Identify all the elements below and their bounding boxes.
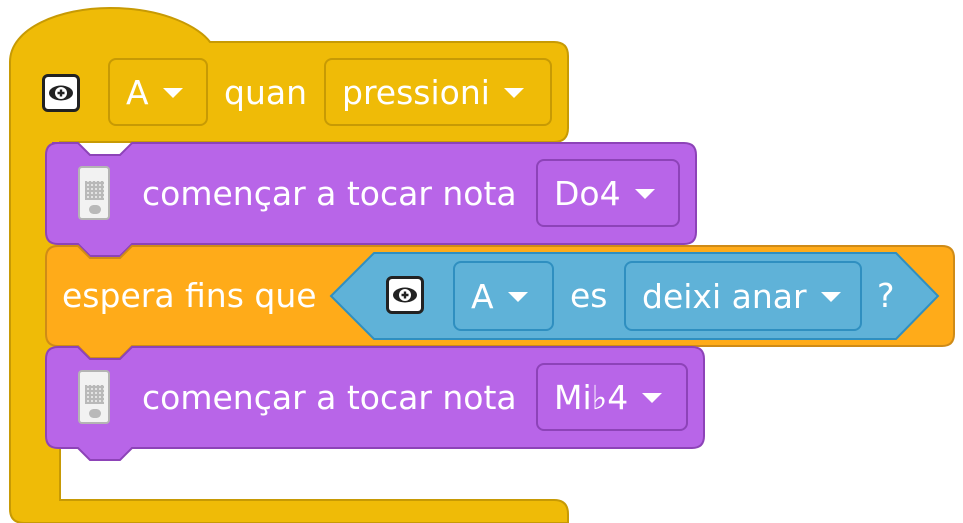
play-note-label: començar a tocar nota bbox=[142, 378, 517, 417]
button-select-dropdown[interactable]: A bbox=[108, 58, 208, 126]
button-select-value: A bbox=[126, 72, 149, 112]
note-select-value: Mi♭4 bbox=[554, 377, 629, 417]
chevron-down-icon bbox=[634, 189, 655, 199]
play-note-label: començar a tocar nota bbox=[142, 174, 517, 213]
wait-until-label: espera fins que bbox=[62, 276, 317, 315]
event-select-value: pressioni bbox=[342, 72, 490, 112]
chevron-down-icon bbox=[503, 88, 524, 98]
condition-button-value: A bbox=[471, 276, 494, 316]
note-select-dropdown[interactable]: Mi♭4 bbox=[536, 363, 688, 431]
condition-button-dropdown[interactable]: A bbox=[453, 261, 554, 331]
chevron-down-icon bbox=[820, 292, 841, 302]
condition-label: es bbox=[570, 276, 608, 315]
chevron-down-icon bbox=[162, 88, 183, 98]
condition-state-dropdown[interactable]: deixi anar bbox=[624, 261, 862, 331]
light-matrix-hub-icon bbox=[78, 166, 110, 220]
light-matrix-hub-icon bbox=[78, 370, 110, 424]
chevron-down-icon bbox=[507, 292, 528, 302]
condition-suffix: ? bbox=[877, 276, 895, 315]
hub-button-icon bbox=[386, 276, 424, 314]
hat-block-label: quan bbox=[224, 73, 307, 112]
hub-button-icon bbox=[42, 74, 80, 112]
event-select-dropdown[interactable]: pressioni bbox=[324, 58, 552, 126]
condition-state-value: deixi anar bbox=[642, 276, 807, 316]
note-select-dropdown[interactable]: Do4 bbox=[536, 159, 680, 227]
chevron-down-icon bbox=[642, 393, 663, 403]
note-select-value: Do4 bbox=[554, 173, 621, 213]
